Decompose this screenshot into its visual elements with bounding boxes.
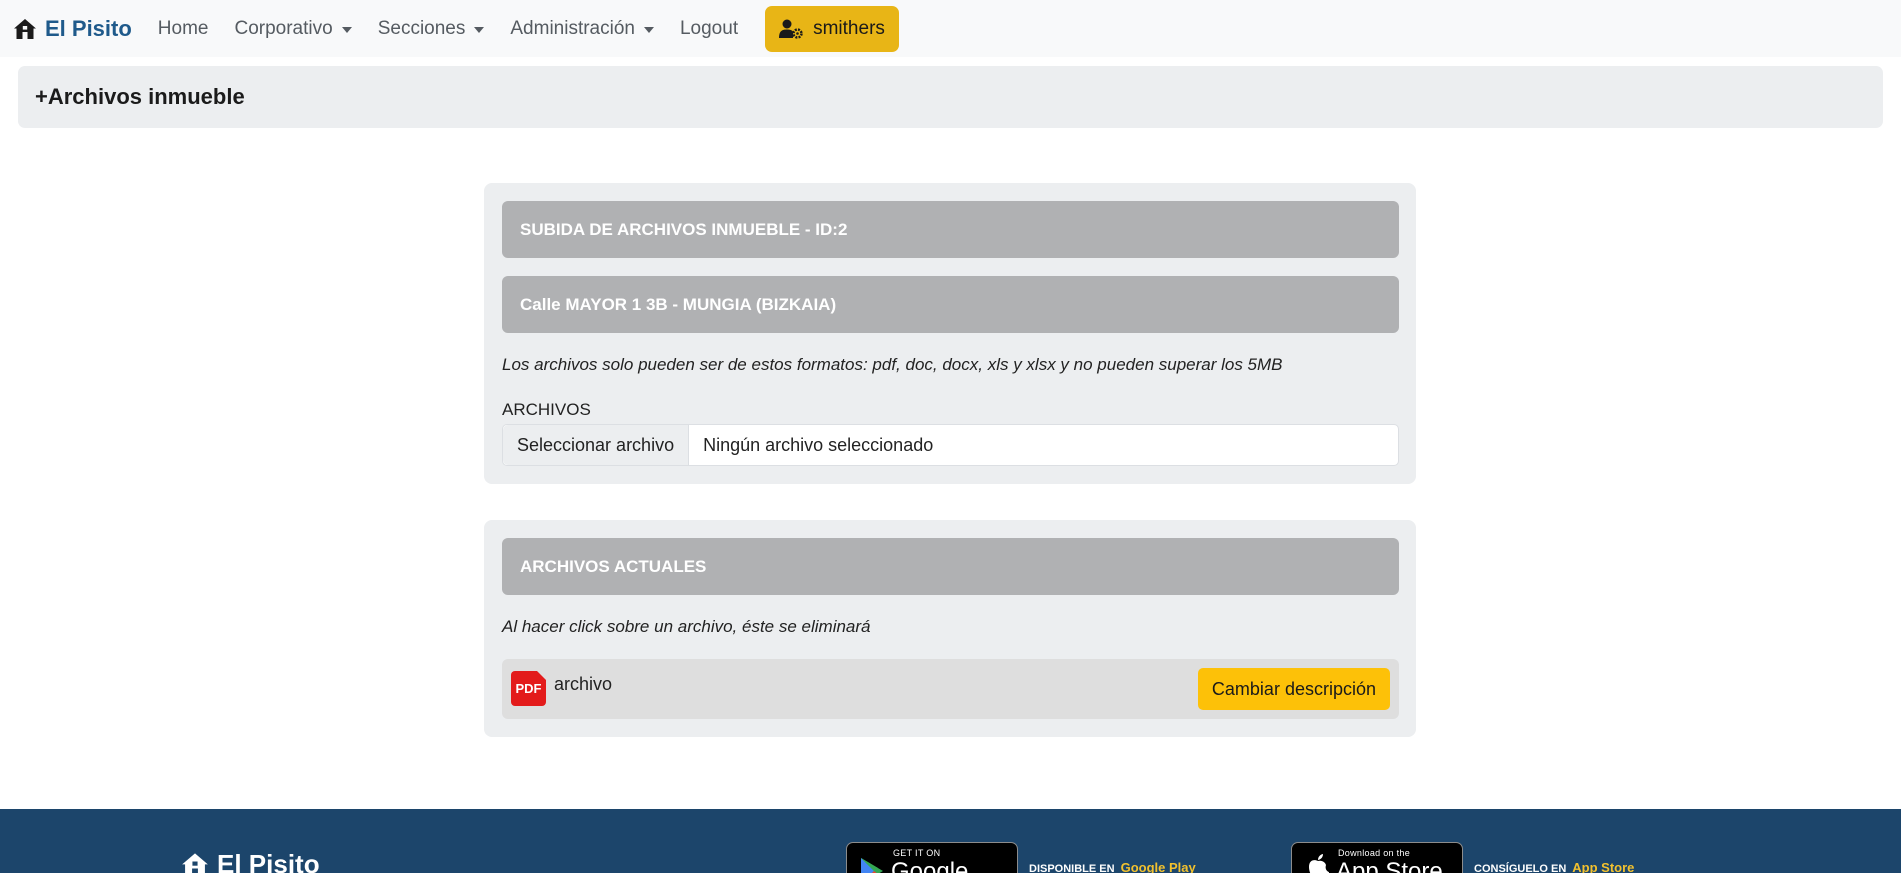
upload-card-title: SUBIDA DE ARCHIVOS INMUEBLE - ID:2: [502, 201, 1399, 258]
user-button[interactable]: smithers: [765, 5, 899, 52]
select-file-button[interactable]: Seleccionar archivo: [503, 425, 690, 465]
google-play-text: DISPONIBLE EN Google Play: [1029, 860, 1196, 873]
page-title: +Archivos inmueble: [35, 84, 245, 109]
footer-brand-name: El Pisito: [217, 849, 320, 873]
file-name-link[interactable]: archivo: [554, 674, 612, 695]
change-description-button[interactable]: Cambiar descripción: [1197, 668, 1390, 710]
pdf-icon-label: PDF: [515, 681, 542, 696]
play-icon: [861, 858, 883, 873]
google-badge-large-text: Google Play: [891, 858, 969, 873]
file-row: PDF archivo Cambiar descripción: [502, 659, 1399, 719]
google-play-link[interactable]: Google Play: [1121, 860, 1196, 873]
upload-card: SUBIDA DE ARCHIVOS INMUEBLE - ID:2 Calle…: [484, 183, 1416, 484]
page-header: +Archivos inmueble: [18, 66, 1883, 128]
apple-badge-large-text: App Store: [1336, 858, 1443, 873]
archivos-label: ARCHIVOS: [502, 400, 591, 419]
format-note: Los archivos solo pueden ser de estos fo…: [502, 355, 1283, 374]
nav-corporativo-dropdown[interactable]: Corporativo: [234, 17, 352, 40]
nav-administracion-label: Administración: [510, 17, 635, 39]
delete-note: Al hacer click sobre un archivo, éste se…: [502, 617, 871, 636]
user-gear-icon: [779, 19, 803, 39]
current-files-card: ARCHIVOS ACTUALES Al hacer click sobre u…: [484, 520, 1416, 737]
apple-badge-small-text: Download on the: [1338, 848, 1411, 858]
brand-link[interactable]: El Pisito: [13, 0, 132, 57]
apple-icon: [1309, 854, 1329, 873]
top-navbar: El Pisito Home Corporativo Secciones Adm…: [0, 0, 1901, 57]
current-files-title: ARCHIVOS ACTUALES: [502, 538, 1399, 595]
google-play-badge[interactable]: GET IT ON Google Play: [846, 842, 1018, 873]
brand-name: El Pisito: [45, 15, 132, 41]
file-status: Ningún archivo seleccionado: [703, 434, 934, 455]
nav-secciones-label: Secciones: [377, 17, 466, 39]
app-store-text: CONSÍGUELO EN App Store: [1474, 860, 1634, 873]
file-input[interactable]: Seleccionar archivo Ningún archivo selec…: [502, 424, 1399, 466]
caret-down-icon: [341, 26, 352, 33]
pdf-icon[interactable]: PDF: [511, 671, 546, 706]
nav-administracion-dropdown[interactable]: Administración: [510, 18, 654, 40]
app-store-badge[interactable]: Download on the App Store: [1291, 842, 1463, 873]
caret-down-icon: [643, 26, 654, 33]
house-icon: [13, 18, 37, 40]
google-badge-small-text: GET IT ON: [893, 848, 941, 858]
google-play-prefix: DISPONIBLE EN: [1029, 863, 1115, 873]
nav-home-label: Home: [157, 17, 209, 39]
app-store-prefix: CONSÍGUELO EN: [1474, 863, 1567, 873]
footer: El Pisito GET IT ON Google Play DISPONIB…: [0, 809, 1901, 873]
app-store-link[interactable]: App Store: [1572, 860, 1634, 873]
footer-brand: El Pisito: [181, 849, 320, 873]
nav-secciones-dropdown[interactable]: Secciones: [378, 18, 485, 40]
nav-home[interactable]: Home: [158, 18, 209, 40]
house-icon: [182, 852, 208, 873]
nav-logout-label: Logout: [679, 17, 739, 39]
property-address: Calle MAYOR 1 3B - MUNGIA (BIZKAIA): [502, 276, 1399, 333]
nav-corporativo-label: Corporativo: [234, 17, 333, 39]
caret-down-icon: [474, 26, 485, 33]
user-name: smithers: [813, 17, 885, 39]
nav-logout[interactable]: Logout: [680, 18, 738, 40]
